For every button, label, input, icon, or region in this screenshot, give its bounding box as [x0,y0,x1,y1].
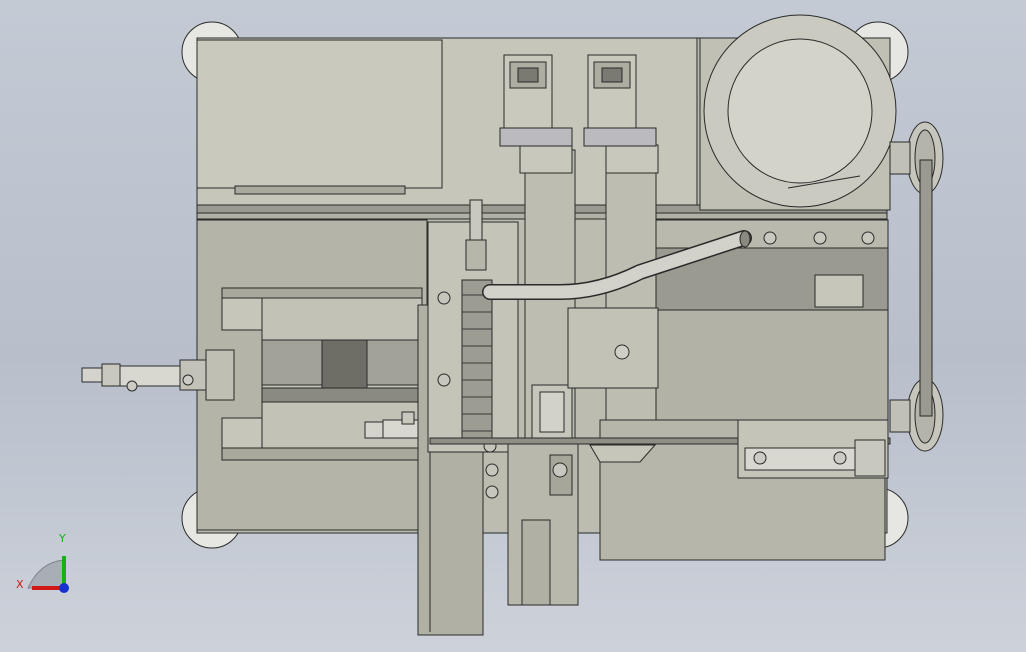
triad-z-axis [59,583,69,593]
belt-pulley-lower [889,378,944,452]
nozzle-stem [469,199,483,241]
plate-bolt-3 [861,231,875,245]
clamp-inner [539,391,565,433]
right-mid-lower-plate [655,309,889,421]
left-bottom-carriage [221,447,423,461]
gripper-knob [552,462,568,478]
servo-mount-right [605,144,659,174]
left-upper-cover-panel [196,39,443,189]
cad-viewport[interactable]: X Y [0,0,1026,652]
left-slide-core [321,339,368,391]
rail-bolt-2 [437,373,451,387]
main-motor-face [727,38,873,184]
triad-base [27,559,65,589]
rail-bolt-1 [437,291,451,305]
cover-panel-slot [234,185,406,195]
nozzle-head [465,239,487,271]
sensor-window [814,274,864,308]
drive-belt [919,159,933,417]
left-slide-lower-band [261,387,423,403]
coordinate-triad [27,556,69,593]
left-top-carriage [221,287,423,299]
servo-column-right [605,149,657,451]
belt-pulley-upper [889,121,944,195]
shelf-knob [614,344,630,360]
cad-model-drawing[interactable] [0,0,1026,652]
center-shelf [567,307,659,389]
left-pneumatic-cylinder [81,349,235,401]
x-axis-label: X [16,578,24,591]
bent-tube-end [739,230,751,248]
plate-bolt-1 [763,231,777,245]
y-axis-label: Y [59,532,66,545]
rail-bolt-4 [485,463,499,477]
lower-center-arm [521,519,551,606]
gear-rack-assembly [461,279,493,443]
plate-bolt-2 [813,231,827,245]
rail-bolt-5 [485,485,499,499]
servo-mount-left [519,144,573,174]
